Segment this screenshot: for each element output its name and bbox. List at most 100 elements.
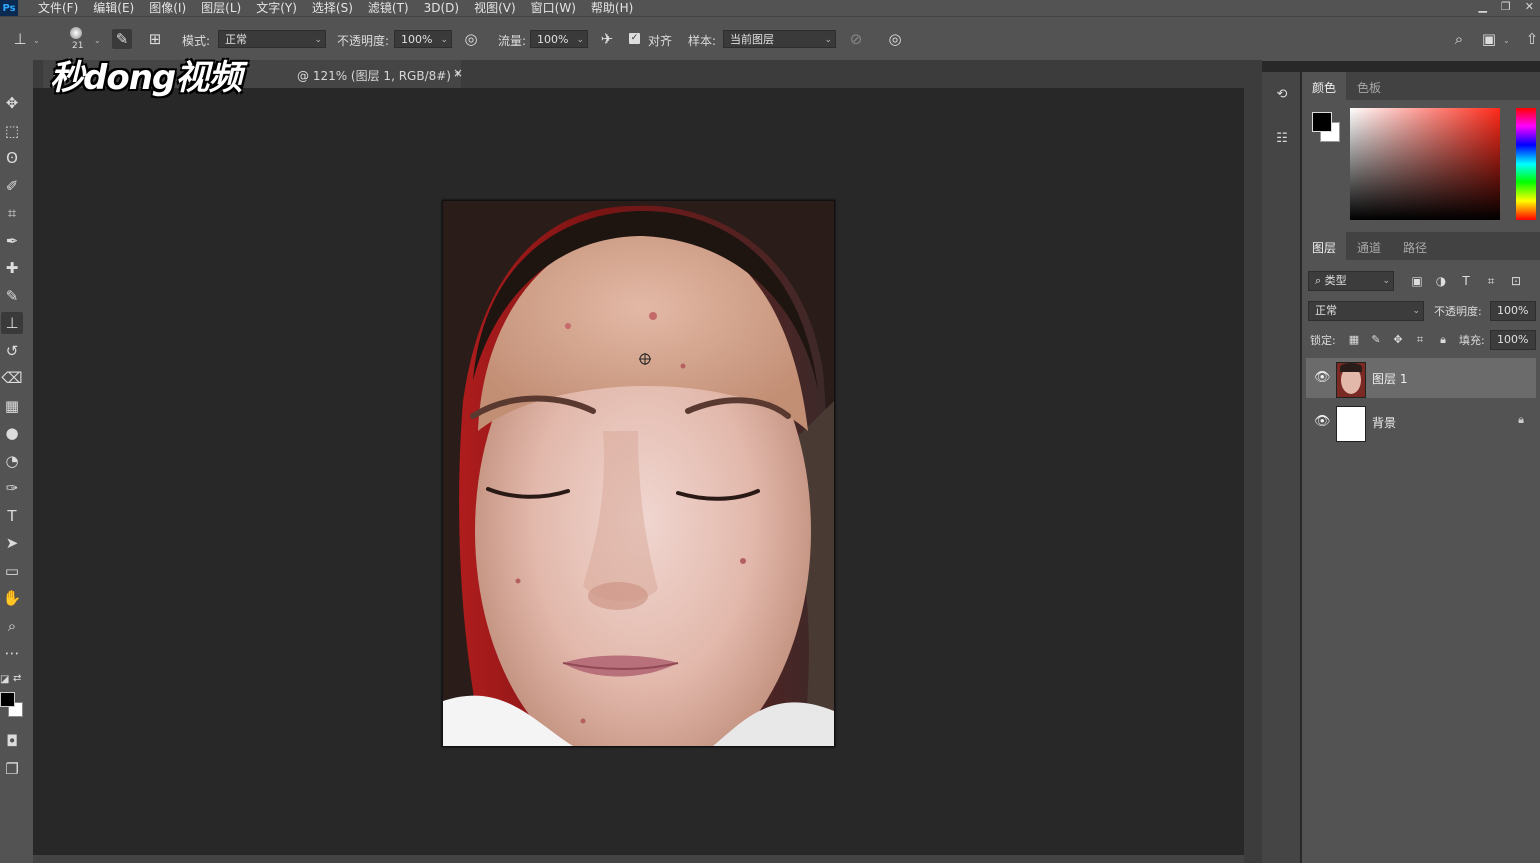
pressure-size-icon[interactable]: ◎: [885, 29, 905, 49]
filter-adjustment-icon[interactable]: ◑: [1432, 272, 1450, 290]
brush-icon[interactable]: ✎: [1, 285, 23, 307]
blend-mode-select[interactable]: 正常 ⌄: [1308, 301, 1424, 321]
type-icon[interactable]: T: [1, 505, 23, 527]
swap-colors-icon[interactable]: ⇄: [13, 673, 21, 684]
zoom-icon[interactable]: ⌕: [1, 615, 23, 637]
menu-select[interactable]: 选择(S): [312, 0, 353, 16]
workspace-icon[interactable]: ▣: [1479, 29, 1499, 49]
menu-file[interactable]: 文件(F): [38, 0, 78, 16]
menu-filter[interactable]: 滤镜(T): [368, 0, 409, 16]
more-icon[interactable]: ⋯: [1, 642, 23, 664]
sample-select[interactable]: 当前图层 ⌄: [723, 30, 836, 48]
eyedropper-icon[interactable]: ✒: [1, 230, 23, 252]
lock-artboard-icon[interactable]: ⌗: [1411, 331, 1429, 349]
eye-icon[interactable]: 👁︎: [1314, 414, 1331, 429]
chevron-down-icon[interactable]: ⌄: [33, 36, 40, 45]
align-checkbox[interactable]: ✓: [629, 33, 640, 44]
blur-icon[interactable]: ●: [1, 422, 23, 444]
lock-position-icon[interactable]: ✥: [1389, 331, 1407, 349]
layer-filter-select[interactable]: ⌕ 类型 ⌄: [1308, 271, 1394, 291]
menu-window[interactable]: 窗口(W): [531, 0, 576, 16]
close-tab-icon[interactable]: ×: [453, 66, 463, 80]
mode-value: 正常: [225, 33, 247, 46]
restore-icon[interactable]: ❐: [1501, 0, 1511, 14]
document-tab-label: @ 121% (图层 1, RGB/8#) *: [297, 69, 461, 83]
chevron-down-icon[interactable]: ⌄: [1503, 36, 1510, 45]
search-icon[interactable]: ⌕: [1449, 29, 1469, 49]
history-brush-icon[interactable]: ↺: [1, 340, 23, 362]
flow-value: 100%: [537, 33, 569, 46]
lasso-icon[interactable]: ʘ: [1, 147, 23, 169]
filter-pixel-icon[interactable]: ▣: [1408, 272, 1426, 290]
clone-source-icon[interactable]: ⊞: [145, 29, 165, 49]
healing-brush-icon[interactable]: ✚: [1, 257, 23, 279]
foreground-color-swatch[interactable]: [0, 692, 15, 707]
path-select-icon[interactable]: ➤: [1, 532, 23, 554]
clone-stamp-preset-icon[interactable]: ⊥: [10, 29, 30, 49]
clone-stamp-icon[interactable]: ⊥: [1, 312, 23, 334]
layer-opacity-input[interactable]: 100%: [1490, 301, 1536, 321]
gradient-icon[interactable]: ▦: [1, 395, 23, 417]
opacity-input[interactable]: 100% ⌄: [394, 30, 452, 48]
flow-input[interactable]: 100% ⌄: [530, 30, 588, 48]
menu-view[interactable]: 视图(V): [474, 0, 516, 16]
marquee-icon[interactable]: ⬚: [1, 120, 23, 142]
properties-panel-icon[interactable]: ☷: [1271, 128, 1293, 150]
layer-row[interactable]: 👁︎ 图层 1: [1306, 358, 1536, 398]
filter-shape-icon[interactable]: ⌗: [1482, 272, 1500, 290]
fill-input[interactable]: 100%: [1490, 330, 1536, 350]
menu-bar: Ps 文件(F) 编辑(E) 图像(I) 图层(L) 文字(Y) 选择(S) 滤…: [0, 0, 1540, 16]
tab-channels[interactable]: 通道: [1357, 239, 1381, 256]
hue-slider[interactable]: [1516, 108, 1536, 220]
filter-type-icon[interactable]: T: [1457, 272, 1475, 290]
move-icon[interactable]: ✥: [1, 92, 23, 114]
rectangle-icon[interactable]: ▭: [1, 560, 23, 582]
quick-mask-icon[interactable]: ◘: [1, 730, 23, 752]
chevron-down-icon[interactable]: ⌄: [94, 36, 101, 45]
brush-size-picker[interactable]: 21: [64, 23, 90, 53]
clone-cursor-icon: [639, 353, 651, 365]
filter-smart-object-icon[interactable]: ⊡: [1507, 272, 1525, 290]
lock-pixels-icon[interactable]: ✎: [1367, 331, 1385, 349]
face-illustration: [443, 201, 834, 746]
eraser-icon[interactable]: ⌫: [1, 367, 23, 389]
eye-icon[interactable]: 👁︎: [1314, 370, 1331, 385]
airbrush-icon[interactable]: ✈: [597, 29, 617, 49]
crop-icon[interactable]: ⌗: [1, 202, 23, 224]
panel-foreground-swatch[interactable]: [1312, 112, 1332, 132]
screen-mode-icon[interactable]: ❐: [1, 758, 23, 780]
menu-layer[interactable]: 图层(L): [201, 0, 241, 16]
lock-all-icon[interactable]: 🔒︎: [1434, 331, 1452, 349]
tab-layers[interactable]: 图层: [1312, 239, 1336, 256]
dodge-icon[interactable]: ◔: [1, 450, 23, 472]
portrait-photo[interactable]: [442, 200, 835, 747]
minimize-icon[interactable]: ▁: [1478, 0, 1486, 14]
menu-image[interactable]: 图像(I): [149, 0, 186, 16]
opacity-label: 不透明度:: [337, 34, 390, 48]
menu-3d[interactable]: 3D(D): [424, 0, 459, 16]
tab-color[interactable]: 颜色: [1312, 79, 1336, 96]
layer-opacity-value: 100%: [1497, 304, 1529, 317]
menu-help[interactable]: 帮助(H): [591, 0, 633, 16]
mode-select[interactable]: 正常 ⌄: [218, 30, 326, 48]
menu-type[interactable]: 文字(Y): [256, 0, 297, 16]
color-picker-field[interactable]: [1350, 108, 1500, 220]
menu-edit[interactable]: 编辑(E): [93, 0, 134, 16]
default-colors-icon[interactable]: ◪: [0, 674, 9, 685]
lock-transparent-icon[interactable]: ▦: [1345, 331, 1363, 349]
layer-name: 图层 1: [1372, 372, 1408, 386]
status-bar: [33, 855, 1244, 863]
tab-paths[interactable]: 路径: [1403, 239, 1427, 256]
quick-select-icon[interactable]: ✐: [1, 175, 23, 197]
layer-row[interactable]: 👁︎ 背景 🔒︎: [1306, 402, 1536, 442]
history-panel-icon[interactable]: ⟲: [1271, 84, 1293, 106]
share-icon[interactable]: ⇧: [1522, 29, 1540, 49]
hand-icon[interactable]: ✋: [1, 587, 23, 609]
ignore-adjustment-icon[interactable]: ⊘: [846, 29, 866, 49]
pen-icon[interactable]: ✑: [1, 477, 23, 499]
close-icon[interactable]: ✕: [1525, 0, 1534, 14]
layers-panel-tabs: 图层 通道 路径: [1302, 232, 1540, 260]
tab-swatches[interactable]: 色板: [1357, 79, 1381, 96]
pressure-opacity-icon[interactable]: ◎: [461, 29, 481, 49]
brush-settings-icon[interactable]: ✎: [112, 29, 132, 49]
